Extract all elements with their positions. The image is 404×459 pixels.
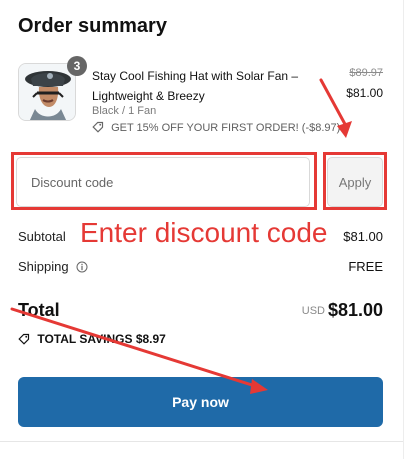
compare-price: $89.97 [349,67,383,79]
savings-value: $8.97 [135,332,166,346]
tag-icon [92,121,104,133]
order-summary-title: Order summary [18,15,167,37]
apply-highlight-box [323,152,387,210]
total-label: Total [18,300,60,320]
subtotal-value: $81.00 [343,229,383,244]
pay-now-button[interactable]: Pay now [18,377,383,427]
shipping-label-row: Shipping [18,259,88,275]
info-icon[interactable] [76,261,88,273]
product-thumbnail: 3 [18,56,87,121]
discount-highlight-box [11,152,317,210]
product-image [18,63,76,121]
promo-line: GET 15% OFF YOUR FIRST ORDER! (-$8.97) [92,121,340,135]
quantity-badge: 3 [67,56,87,76]
product-price: $81.00 [346,86,383,100]
savings-label: TOTAL SAVINGS [37,332,133,346]
total-savings-row: TOTAL SAVINGS $8.97 [18,331,166,347]
subtotal-label: Subtotal [18,229,66,244]
promo-text: GET 15% OFF YOUR FIRST ORDER! [111,122,299,134]
savings-tag-icon [18,333,30,345]
shipping-value: FREE [348,259,383,274]
promo-discount: (-$8.97) [301,122,341,134]
total-currency: USD [301,305,325,317]
annotation-label: Enter discount code [80,217,328,248]
bottom-divider [0,441,404,442]
total-value: $81.00 [327,300,383,320]
product-name: Stay Cool Fishing Hat with Solar Fan – L… [92,69,299,103]
checkout-page: Order summary 3 Stay Cool Fishing Hat wi… [0,0,404,459]
shipping-label: Shipping [18,259,69,274]
product-variant: Black / 1 Fan [92,105,157,117]
